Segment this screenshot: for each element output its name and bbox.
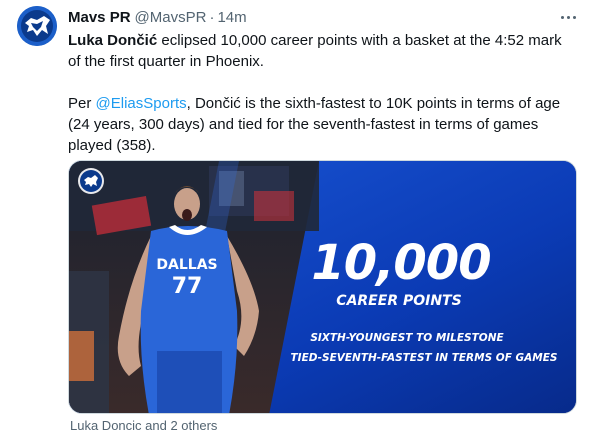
timestamp[interactable]: 14m [217, 9, 246, 26]
paragraph-2-prefix: Per [68, 95, 96, 112]
subtitle-text: CAREER POINTS [336, 293, 461, 309]
milestone-line-1: SIXTH-YOUNGEST TO MILESTONE [310, 332, 504, 344]
separator: · [209, 8, 215, 26]
more-icon[interactable] [556, 9, 580, 25]
author-handle[interactable]: @MavsPR [135, 9, 207, 26]
author-name[interactable]: Mavs PR [68, 9, 131, 26]
tweet-paragraph-1: Luka Dončić eclipsed 10,000 career point… [68, 30, 573, 72]
tweet-paragraph-2: Per @EliasSports, Dončić is the sixth-fa… [68, 93, 573, 156]
media-image[interactable]: DALLAS 77 10,000 CAREER POINTS SIXTH-YOU… [68, 160, 577, 414]
big-number-text: 10,000 [311, 235, 490, 291]
tweet-header: Mavs PR @MavsPR · 14m [68, 7, 247, 27]
tweet[interactable]: Mavs PR @MavsPR · 14m Luka Dončić eclips… [0, 0, 591, 437]
jersey-team-text: DALLAS [156, 257, 217, 273]
milestone-line-2: TIED-SEVENTH-FASTEST IN TERMS OF GAMES [291, 352, 558, 364]
mention-link[interactable]: @EliasSports [96, 95, 187, 112]
tagged-people[interactable]: Luka Doncic and 2 others [70, 418, 217, 433]
tweet-text: Luka Dončić eclipsed 10,000 career point… [68, 30, 573, 156]
jersey-number-text: 77 [172, 274, 203, 299]
player-name: Luka Dončić [68, 32, 158, 49]
mavs-logo-icon[interactable] [17, 6, 57, 46]
